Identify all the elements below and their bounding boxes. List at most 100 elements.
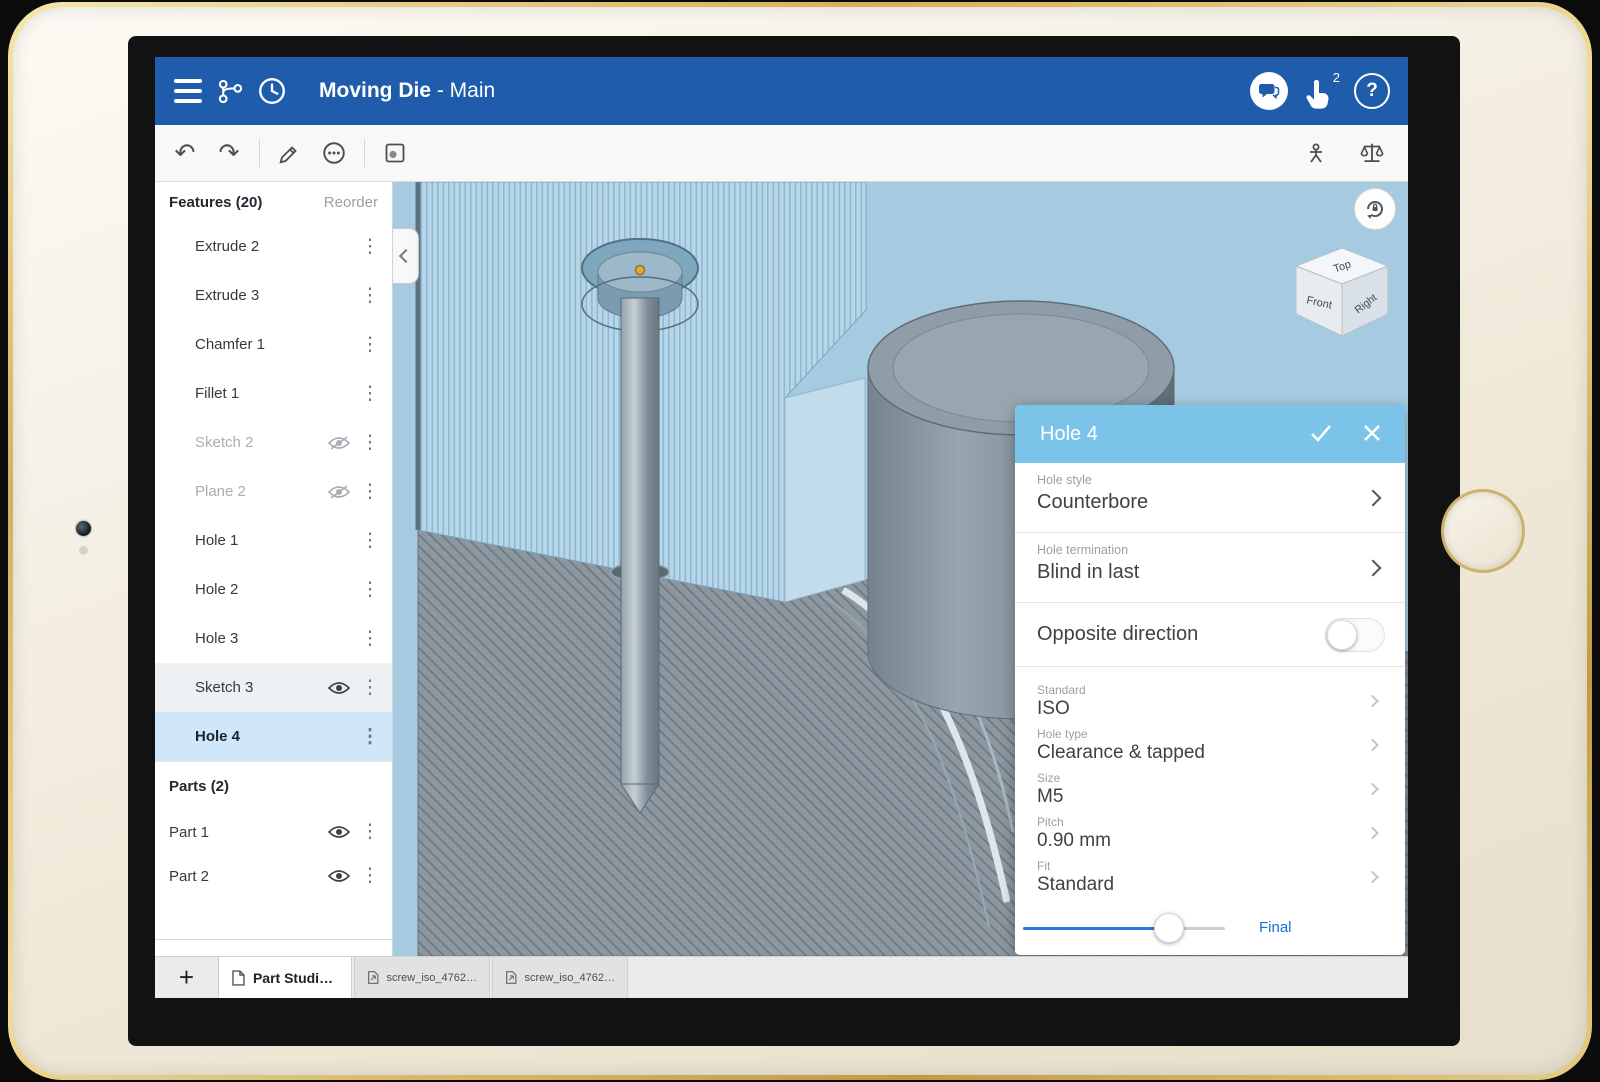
comments-icon[interactable] <box>1250 72 1288 110</box>
hole-termination-value: Blind in last <box>1037 561 1383 584</box>
overflow-menu-icon[interactable]: ⋮ <box>358 335 382 354</box>
device-camera <box>76 521 91 536</box>
chevron-left-icon <box>398 249 412 263</box>
feature-item-sketch-3[interactable]: Sketch 3 ⋮ <box>155 663 392 712</box>
eye-icon[interactable] <box>326 867 352 885</box>
overflow-menu-icon[interactable]: ⋮ <box>358 433 382 452</box>
standard-row[interactable]: Standard ISO <box>1015 679 1405 723</box>
opposite-direction-label: Opposite direction <box>1037 623 1198 646</box>
overflow-menu-icon[interactable]: ⋮ <box>358 867 382 886</box>
toolbar-divider <box>259 139 260 167</box>
slider-knob[interactable] <box>1154 913 1184 943</box>
fit-row[interactable]: Fit Standard <box>1015 855 1405 899</box>
feature-item-extrude-3[interactable]: Extrude 3 ⋮ <box>155 271 392 320</box>
gesture-count-badge: 2 <box>1333 70 1340 85</box>
feature-label: Hole 2 <box>195 581 238 598</box>
rotation-lock-icon[interactable] <box>1354 188 1396 230</box>
measure-icon[interactable] <box>1294 131 1338 175</box>
home-button[interactable] <box>1441 489 1525 573</box>
feature-label: Hole 4 <box>195 728 240 745</box>
final-button[interactable]: Final <box>1259 919 1292 936</box>
dialog-header: Hole 4 <box>1015 405 1405 463</box>
opposite-direction-toggle[interactable] <box>1325 618 1385 652</box>
overflow-menu-icon[interactable]: ⋮ <box>358 727 382 746</box>
overflow-menu-icon[interactable]: ⋮ <box>358 629 382 648</box>
edit-sketch-icon[interactable] <box>268 131 312 175</box>
overflow-menu-icon[interactable]: ⋮ <box>358 384 382 403</box>
panel-collapse-button[interactable] <box>393 228 419 284</box>
slider-fill <box>1023 927 1169 930</box>
precision-slider[interactable] <box>1023 927 1225 930</box>
overflow-menu-icon[interactable]: ⋮ <box>358 286 382 305</box>
feature-item-hole-1[interactable]: Hole 1 ⋮ <box>155 516 392 565</box>
hole-termination-row[interactable]: Hole termination Blind in last <box>1015 533 1405 603</box>
feature-item-fillet-1[interactable]: Fillet 1 ⋮ <box>155 369 392 418</box>
versions-branch-icon[interactable] <box>209 70 251 112</box>
overflow-menu-icon[interactable]: ⋮ <box>358 823 382 842</box>
confirm-icon[interactable] <box>1309 422 1333 449</box>
feature-item-hole-4[interactable]: Hole 4 ⋮ <box>155 712 392 761</box>
overflow-menu-icon[interactable]: ⋮ <box>358 580 382 599</box>
eye-slash-icon[interactable] <box>326 483 352 501</box>
overflow-menu-icon[interactable]: ⋮ <box>358 237 382 256</box>
hole-style-row[interactable]: Hole style Counterbore <box>1015 463 1405 533</box>
device-sensor <box>79 546 88 555</box>
eye-icon[interactable] <box>326 679 352 697</box>
features-title: Features (20) <box>169 194 262 211</box>
document-name: Moving Die <box>319 79 431 102</box>
eye-slash-icon[interactable] <box>326 434 352 452</box>
tab-doc-icon <box>231 970 246 986</box>
part-item-part-2[interactable]: Part 2 ⋮ <box>155 854 392 898</box>
feature-label: Sketch 2 <box>195 434 253 451</box>
toolbar: ↶ ↷ <box>155 125 1408 182</box>
feature-label: Extrude 2 <box>195 238 259 255</box>
feature-item-hole-3[interactable]: Hole 3 ⋮ <box>155 614 392 663</box>
pitch-row[interactable]: Pitch 0.90 mm <box>1015 811 1405 855</box>
hole-termination-label: Hole termination <box>1037 543 1383 557</box>
features-panel: Features (20) Reorder Extrude 2 ⋮ Extrud… <box>155 182 393 956</box>
feature-item-chamfer-1[interactable]: Chamfer 1 ⋮ <box>155 320 392 369</box>
view-cube[interactable]: Top Front Right <box>1290 244 1394 348</box>
overflow-menu-icon[interactable]: ⋮ <box>358 678 382 697</box>
eye-icon[interactable] <box>326 823 352 841</box>
feature-label: Sketch 3 <box>195 679 253 696</box>
toolbar-divider <box>364 139 365 167</box>
tab-part-studio-1[interactable]: Part Studio 1 <box>218 957 352 998</box>
feature-item-hole-2[interactable]: Hole 2 ⋮ <box>155 565 392 614</box>
appearance-icon[interactable] <box>312 131 356 175</box>
help-icon[interactable]: ? <box>1354 73 1390 109</box>
opposite-direction-row: Opposite direction <box>1015 603 1405 667</box>
tab-doc-icon <box>505 970 517 985</box>
feature-item-extrude-2[interactable]: Extrude 2 ⋮ <box>155 222 392 271</box>
tablet-device: Moving Die - Main 2 ? ↶ <box>0 0 1600 1082</box>
dialog-footer: Final <box>1015 901 1405 955</box>
history-icon[interactable] <box>251 70 293 112</box>
menu-icon[interactable] <box>167 70 209 112</box>
undo-icon[interactable]: ↶ <box>163 131 207 175</box>
tab-doc-icon <box>367 970 379 985</box>
tab-screw-1[interactable]: screw_iso_4762-m... <box>354 957 490 998</box>
feature-label: Hole 3 <box>195 630 238 647</box>
close-icon[interactable] <box>1361 422 1383 449</box>
redo-icon[interactable]: ↷ <box>207 131 251 175</box>
part-label: Part 2 <box>169 868 209 885</box>
toggle-knob <box>1327 620 1357 650</box>
overflow-menu-icon[interactable]: ⋮ <box>358 531 382 550</box>
reorder-button[interactable]: Reorder <box>324 194 378 211</box>
feature-label: Chamfer 1 <box>195 336 265 353</box>
view-mode-icon[interactable] <box>373 131 417 175</box>
part-item-part-1[interactable]: Part 1 ⋮ <box>155 810 392 854</box>
mass-properties-icon[interactable] <box>1350 131 1394 175</box>
hole-style-value: Counterbore <box>1037 491 1383 514</box>
hole-type-row[interactable]: Hole type Clearance & tapped <box>1015 723 1405 767</box>
overflow-menu-icon[interactable]: ⋮ <box>358 482 382 501</box>
feature-item-plane-2[interactable]: Plane 2 ⋮ <box>155 467 392 516</box>
feature-item-sketch-2[interactable]: Sketch 2 ⋮ <box>155 418 392 467</box>
add-tab-button[interactable]: + <box>155 957 218 998</box>
tab-screw-2[interactable]: screw_iso_4762-m... <box>492 957 628 998</box>
document-tab-bar: + Part Studio 1 screw_iso_4762-m... <box>155 956 1408 998</box>
size-row[interactable]: Size M5 <box>1015 767 1405 811</box>
touch-gesture-icon[interactable]: 2 <box>1304 70 1338 112</box>
feature-label: Plane 2 <box>195 483 246 500</box>
hole-parameters: Standard ISO Hole type Clearance & tappe… <box>1015 667 1405 899</box>
